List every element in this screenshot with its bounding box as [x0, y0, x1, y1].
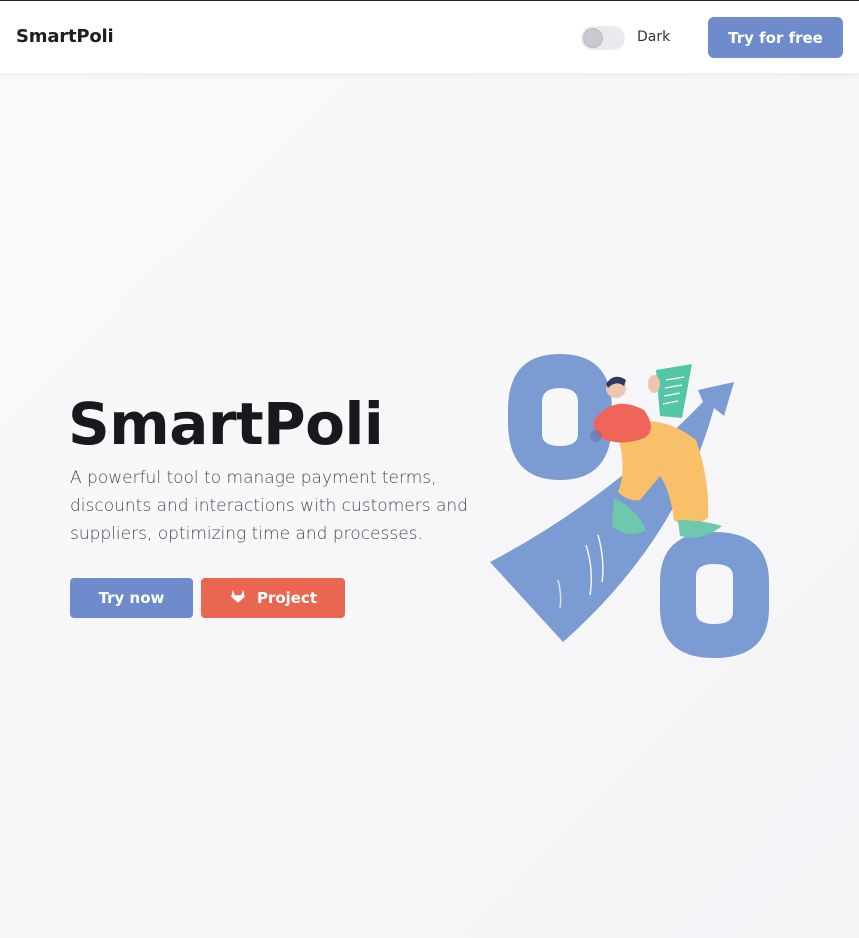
project-button[interactable]: Project	[201, 578, 345, 618]
toggle-knob	[583, 28, 603, 48]
percent-illustration	[490, 354, 769, 658]
brand-logo[interactable]: SmartPoli	[16, 26, 114, 47]
dark-mode-toggle[interactable]	[581, 26, 625, 50]
project-label: Project	[256, 589, 318, 607]
dark-mode-label: Dark	[637, 29, 671, 45]
try-for-free-button[interactable]: Try for free	[708, 17, 843, 58]
hero-description: A powerful tool to manage payment terms,…	[70, 468, 468, 544]
hero-title: SmartPoli	[68, 390, 384, 458]
top-nav: SmartPoli Dark Try for free	[0, 1, 859, 73]
try-now-button[interactable]: Try now	[70, 578, 193, 618]
try-now-label: Try now	[98, 589, 165, 607]
gitlab-icon	[229, 587, 247, 609]
